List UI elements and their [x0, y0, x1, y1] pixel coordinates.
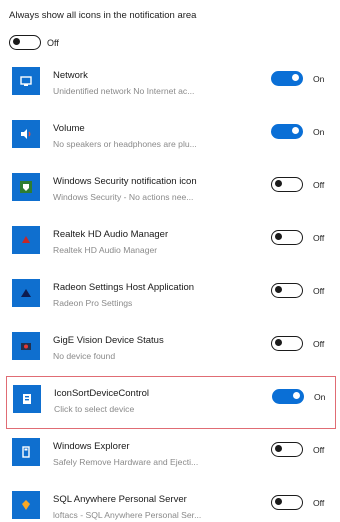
row-subtitle: No speakers or headphones are plu...	[53, 139, 197, 149]
row-subtitle: Click to select device	[54, 404, 135, 414]
row-subtitle: Windows Security - No actions nee...	[53, 192, 194, 202]
toggle-knob	[275, 339, 282, 347]
notification-icon-row[interactable]: Network Unidentified network No Internet …	[0, 58, 340, 111]
toggle-knob	[13, 38, 20, 46]
usb-drive-icon	[12, 438, 40, 466]
row-toggle-switch[interactable]	[271, 71, 303, 86]
row-toggle-switch[interactable]	[271, 336, 303, 351]
row-toggle-switch[interactable]	[271, 124, 303, 139]
notification-icons-settings: Always show all icons in the notificatio…	[0, 0, 340, 522]
row-subtitle: Safely Remove Hardware and Ejecti...	[53, 457, 199, 467]
section-header: Always show all icons in the notificatio…	[9, 10, 197, 21]
toggle-knob	[275, 233, 282, 241]
row-text: Windows Explorer Safely Remove Hardware a…	[53, 441, 258, 467]
row-toggle-label: Off	[313, 285, 325, 296]
speaker-icon	[12, 120, 40, 148]
row-toggle-group: On	[271, 71, 324, 86]
notification-icon-row[interactable]: Windows Security notification icon Window…	[0, 164, 340, 217]
toggle-knob	[292, 74, 299, 82]
row-title: IconSortDeviceControl	[54, 388, 150, 399]
camera-device-icon	[12, 332, 40, 360]
notification-icon-row[interactable]: Radeon Settings Host Application Radeon P…	[0, 270, 340, 323]
row-toggle-label: On	[314, 391, 326, 402]
network-icon	[12, 67, 40, 95]
row-toggle-switch[interactable]	[272, 389, 304, 404]
row-text: Network Unidentified network No Internet …	[53, 70, 258, 96]
row-title: Windows Explorer	[53, 441, 130, 452]
row-title: Windows Security notification icon	[53, 176, 197, 187]
row-text: Windows Security notification icon Window…	[53, 176, 258, 202]
row-toggle-switch[interactable]	[271, 442, 303, 457]
row-title: Radeon Settings Host Application	[53, 282, 195, 293]
radeon-icon	[12, 279, 40, 307]
always-show-toggle-label: Off	[47, 37, 59, 48]
row-toggle-label: Off	[313, 338, 325, 349]
row-title: GigE Vision Device Status	[53, 335, 164, 346]
row-toggle-group: Off	[271, 230, 324, 245]
toggle-knob	[275, 286, 282, 294]
notification-icon-row[interactable]: Windows Explorer Safely Remove Hardware a…	[0, 429, 340, 482]
row-title: Realtek HD Audio Manager	[53, 229, 169, 240]
row-subtitle: Unidentified network No Internet ac...	[53, 86, 195, 96]
row-toggle-label: Off	[313, 179, 325, 190]
row-text: GigE Vision Device Status No device found	[53, 335, 258, 361]
shield-icon	[12, 173, 40, 201]
database-icon	[12, 491, 40, 519]
row-toggle-group: Off	[271, 177, 324, 192]
audio-manager-icon	[12, 226, 40, 254]
notification-icon-row[interactable]: IconSortDeviceControl Click to select dev…	[6, 376, 336, 429]
row-text: IconSortDeviceControl Click to select dev…	[54, 388, 259, 414]
toggle-knob	[292, 127, 299, 135]
row-toggle-group: Off	[271, 495, 324, 510]
row-text: SQL Anywhere Personal Server loftacs - SQ…	[53, 494, 258, 520]
row-toggle-group: On	[271, 124, 324, 139]
row-toggle-group: Off	[271, 283, 324, 298]
row-toggle-label: Off	[313, 232, 325, 243]
notification-icon-row[interactable]: Realtek HD Audio Manager Realtek HD Audio…	[0, 217, 340, 270]
row-title: SQL Anywhere Personal Server	[53, 494, 187, 505]
row-title: Network	[53, 70, 88, 81]
row-toggle-group: On	[272, 389, 325, 404]
toggle-knob	[275, 498, 282, 506]
row-subtitle: No device found	[53, 351, 116, 361]
row-text: Volume No speakers or headphones are plu.…	[53, 123, 258, 149]
row-toggle-label: On	[313, 126, 325, 137]
toggle-knob	[275, 445, 282, 453]
device-control-icon	[13, 385, 41, 413]
row-text: Radeon Settings Host Application Radeon P…	[53, 282, 258, 308]
notification-icon-list: Network Unidentified network No Internet …	[0, 58, 340, 522]
notification-icon-row[interactable]: SQL Anywhere Personal Server loftacs - SQ…	[0, 482, 340, 522]
row-toggle-label: On	[313, 73, 325, 84]
notification-icon-row[interactable]: Volume No speakers or headphones are plu.…	[0, 111, 340, 164]
row-toggle-switch[interactable]	[271, 495, 303, 510]
row-subtitle: Radeon Pro Settings	[53, 298, 133, 308]
row-text: Realtek HD Audio Manager Realtek HD Audio…	[53, 229, 258, 255]
row-toggle-group: Off	[271, 442, 324, 457]
row-title: Volume	[53, 123, 85, 134]
notification-icon-row[interactable]: GigE Vision Device Status No device found…	[0, 323, 340, 376]
row-subtitle: Realtek HD Audio Manager	[53, 245, 158, 255]
row-toggle-label: Off	[313, 497, 325, 508]
always-show-toggle-row: Off	[9, 35, 59, 50]
row-toggle-switch[interactable]	[271, 283, 303, 298]
toggle-knob	[275, 180, 282, 188]
row-toggle-switch[interactable]	[271, 230, 303, 245]
toggle-knob	[293, 392, 300, 400]
row-subtitle: loftacs - SQL Anywhere Personal Ser...	[53, 510, 202, 520]
row-toggle-group: Off	[271, 336, 324, 351]
row-toggle-switch[interactable]	[271, 177, 303, 192]
always-show-toggle[interactable]	[9, 35, 41, 50]
row-toggle-label: Off	[313, 444, 325, 455]
